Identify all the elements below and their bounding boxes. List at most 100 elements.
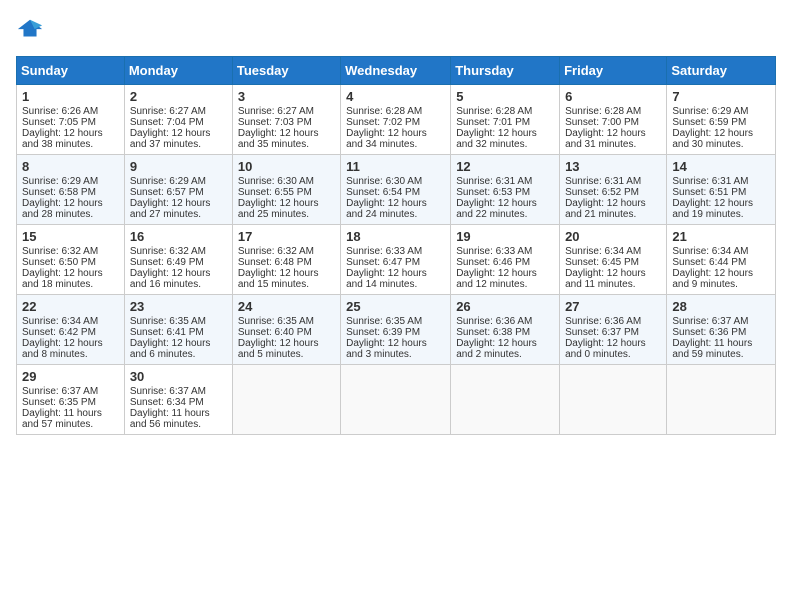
sunrise-label: Sunrise: 6:35 AM xyxy=(346,316,422,327)
calendar-cell: 23 Sunrise: 6:35 AM Sunset: 6:41 PM Dayl… xyxy=(124,295,232,365)
day-number: 5 xyxy=(456,89,554,104)
day-number: 12 xyxy=(456,159,554,174)
daylight-label: Daylight: 12 hours and 16 minutes. xyxy=(130,268,211,290)
calendar-week-row: 1 Sunrise: 6:26 AM Sunset: 7:05 PM Dayli… xyxy=(17,85,776,155)
sunrise-label: Sunrise: 6:28 AM xyxy=(346,106,422,117)
sunset-label: Sunset: 6:34 PM xyxy=(130,397,204,408)
calendar-cell: 7 Sunrise: 6:29 AM Sunset: 6:59 PM Dayli… xyxy=(667,85,776,155)
calendar-cell xyxy=(451,365,560,435)
calendar-day-header: Thursday xyxy=(451,57,560,85)
calendar-table: SundayMondayTuesdayWednesdayThursdayFrid… xyxy=(16,56,776,435)
daylight-label: Daylight: 12 hours and 30 minutes. xyxy=(672,128,753,150)
calendar-day-header: Saturday xyxy=(667,57,776,85)
sunset-label: Sunset: 6:58 PM xyxy=(22,187,96,198)
calendar-day-header: Friday xyxy=(560,57,667,85)
calendar-body: 1 Sunrise: 6:26 AM Sunset: 7:05 PM Dayli… xyxy=(17,85,776,435)
sunset-label: Sunset: 7:02 PM xyxy=(346,117,420,128)
sunrise-label: Sunrise: 6:31 AM xyxy=(565,176,641,187)
daylight-label: Daylight: 12 hours and 28 minutes. xyxy=(22,198,103,220)
day-number: 8 xyxy=(22,159,119,174)
daylight-label: Daylight: 12 hours and 27 minutes. xyxy=(130,198,211,220)
calendar-cell xyxy=(667,365,776,435)
sunset-label: Sunset: 6:41 PM xyxy=(130,327,204,338)
calendar-cell: 12 Sunrise: 6:31 AM Sunset: 6:53 PM Dayl… xyxy=(451,155,560,225)
calendar-header-row: SundayMondayTuesdayWednesdayThursdayFrid… xyxy=(17,57,776,85)
day-number: 26 xyxy=(456,299,554,314)
daylight-label: Daylight: 12 hours and 37 minutes. xyxy=(130,128,211,150)
sunset-label: Sunset: 6:40 PM xyxy=(238,327,312,338)
logo xyxy=(16,16,48,44)
day-number: 16 xyxy=(130,229,227,244)
daylight-label: Daylight: 12 hours and 0 minutes. xyxy=(565,338,646,360)
daylight-label: Daylight: 11 hours and 56 minutes. xyxy=(130,408,210,430)
sunset-label: Sunset: 6:44 PM xyxy=(672,257,746,268)
sunrise-label: Sunrise: 6:34 AM xyxy=(672,246,748,257)
daylight-label: Daylight: 12 hours and 5 minutes. xyxy=(238,338,319,360)
calendar-day-header: Wednesday xyxy=(341,57,451,85)
day-number: 21 xyxy=(672,229,770,244)
calendar-cell xyxy=(341,365,451,435)
calendar-cell: 6 Sunrise: 6:28 AM Sunset: 7:00 PM Dayli… xyxy=(560,85,667,155)
daylight-label: Daylight: 12 hours and 6 minutes. xyxy=(130,338,211,360)
sunset-label: Sunset: 7:03 PM xyxy=(238,117,312,128)
sunrise-label: Sunrise: 6:34 AM xyxy=(565,246,641,257)
daylight-label: Daylight: 12 hours and 38 minutes. xyxy=(22,128,103,150)
daylight-label: Daylight: 12 hours and 12 minutes. xyxy=(456,268,537,290)
calendar-cell: 13 Sunrise: 6:31 AM Sunset: 6:52 PM Dayl… xyxy=(560,155,667,225)
sunset-label: Sunset: 6:54 PM xyxy=(346,187,420,198)
sunrise-label: Sunrise: 6:36 AM xyxy=(456,316,532,327)
sunrise-label: Sunrise: 6:37 AM xyxy=(22,386,98,397)
daylight-label: Daylight: 12 hours and 35 minutes. xyxy=(238,128,319,150)
calendar-week-row: 15 Sunrise: 6:32 AM Sunset: 6:50 PM Dayl… xyxy=(17,225,776,295)
calendar-cell: 9 Sunrise: 6:29 AM Sunset: 6:57 PM Dayli… xyxy=(124,155,232,225)
sunset-label: Sunset: 6:49 PM xyxy=(130,257,204,268)
day-number: 9 xyxy=(130,159,227,174)
logo-icon xyxy=(16,16,44,44)
sunset-label: Sunset: 6:47 PM xyxy=(346,257,420,268)
sunrise-label: Sunrise: 6:29 AM xyxy=(22,176,98,187)
sunrise-label: Sunrise: 6:28 AM xyxy=(456,106,532,117)
calendar-cell: 18 Sunrise: 6:33 AM Sunset: 6:47 PM Dayl… xyxy=(341,225,451,295)
day-number: 29 xyxy=(22,369,119,384)
sunset-label: Sunset: 6:57 PM xyxy=(130,187,204,198)
calendar-cell: 11 Sunrise: 6:30 AM Sunset: 6:54 PM Dayl… xyxy=(341,155,451,225)
day-number: 18 xyxy=(346,229,445,244)
sunset-label: Sunset: 6:55 PM xyxy=(238,187,312,198)
sunrise-label: Sunrise: 6:31 AM xyxy=(672,176,748,187)
sunrise-label: Sunrise: 6:35 AM xyxy=(130,316,206,327)
daylight-label: Daylight: 12 hours and 25 minutes. xyxy=(238,198,319,220)
calendar-cell: 24 Sunrise: 6:35 AM Sunset: 6:40 PM Dayl… xyxy=(232,295,340,365)
day-number: 11 xyxy=(346,159,445,174)
sunset-label: Sunset: 6:48 PM xyxy=(238,257,312,268)
daylight-label: Daylight: 12 hours and 18 minutes. xyxy=(22,268,103,290)
sunset-label: Sunset: 6:36 PM xyxy=(672,327,746,338)
calendar-day-header: Monday xyxy=(124,57,232,85)
day-number: 22 xyxy=(22,299,119,314)
sunrise-label: Sunrise: 6:30 AM xyxy=(346,176,422,187)
day-number: 14 xyxy=(672,159,770,174)
calendar-cell: 27 Sunrise: 6:36 AM Sunset: 6:37 PM Dayl… xyxy=(560,295,667,365)
day-number: 20 xyxy=(565,229,661,244)
calendar-cell: 26 Sunrise: 6:36 AM Sunset: 6:38 PM Dayl… xyxy=(451,295,560,365)
sunrise-label: Sunrise: 6:35 AM xyxy=(238,316,314,327)
daylight-label: Daylight: 12 hours and 9 minutes. xyxy=(672,268,753,290)
sunset-label: Sunset: 6:38 PM xyxy=(456,327,530,338)
sunrise-label: Sunrise: 6:29 AM xyxy=(672,106,748,117)
daylight-label: Daylight: 12 hours and 3 minutes. xyxy=(346,338,427,360)
day-number: 2 xyxy=(130,89,227,104)
sunset-label: Sunset: 6:52 PM xyxy=(565,187,639,198)
calendar-cell: 19 Sunrise: 6:33 AM Sunset: 6:46 PM Dayl… xyxy=(451,225,560,295)
sunrise-label: Sunrise: 6:32 AM xyxy=(238,246,314,257)
daylight-label: Daylight: 12 hours and 31 minutes. xyxy=(565,128,646,150)
calendar-cell: 21 Sunrise: 6:34 AM Sunset: 6:44 PM Dayl… xyxy=(667,225,776,295)
day-number: 7 xyxy=(672,89,770,104)
sunrise-label: Sunrise: 6:32 AM xyxy=(22,246,98,257)
day-number: 19 xyxy=(456,229,554,244)
sunrise-label: Sunrise: 6:29 AM xyxy=(130,176,206,187)
sunset-label: Sunset: 6:35 PM xyxy=(22,397,96,408)
calendar-cell: 3 Sunrise: 6:27 AM Sunset: 7:03 PM Dayli… xyxy=(232,85,340,155)
calendar-cell: 22 Sunrise: 6:34 AM Sunset: 6:42 PM Dayl… xyxy=(17,295,125,365)
daylight-label: Daylight: 12 hours and 34 minutes. xyxy=(346,128,427,150)
daylight-label: Daylight: 12 hours and 2 minutes. xyxy=(456,338,537,360)
daylight-label: Daylight: 12 hours and 32 minutes. xyxy=(456,128,537,150)
